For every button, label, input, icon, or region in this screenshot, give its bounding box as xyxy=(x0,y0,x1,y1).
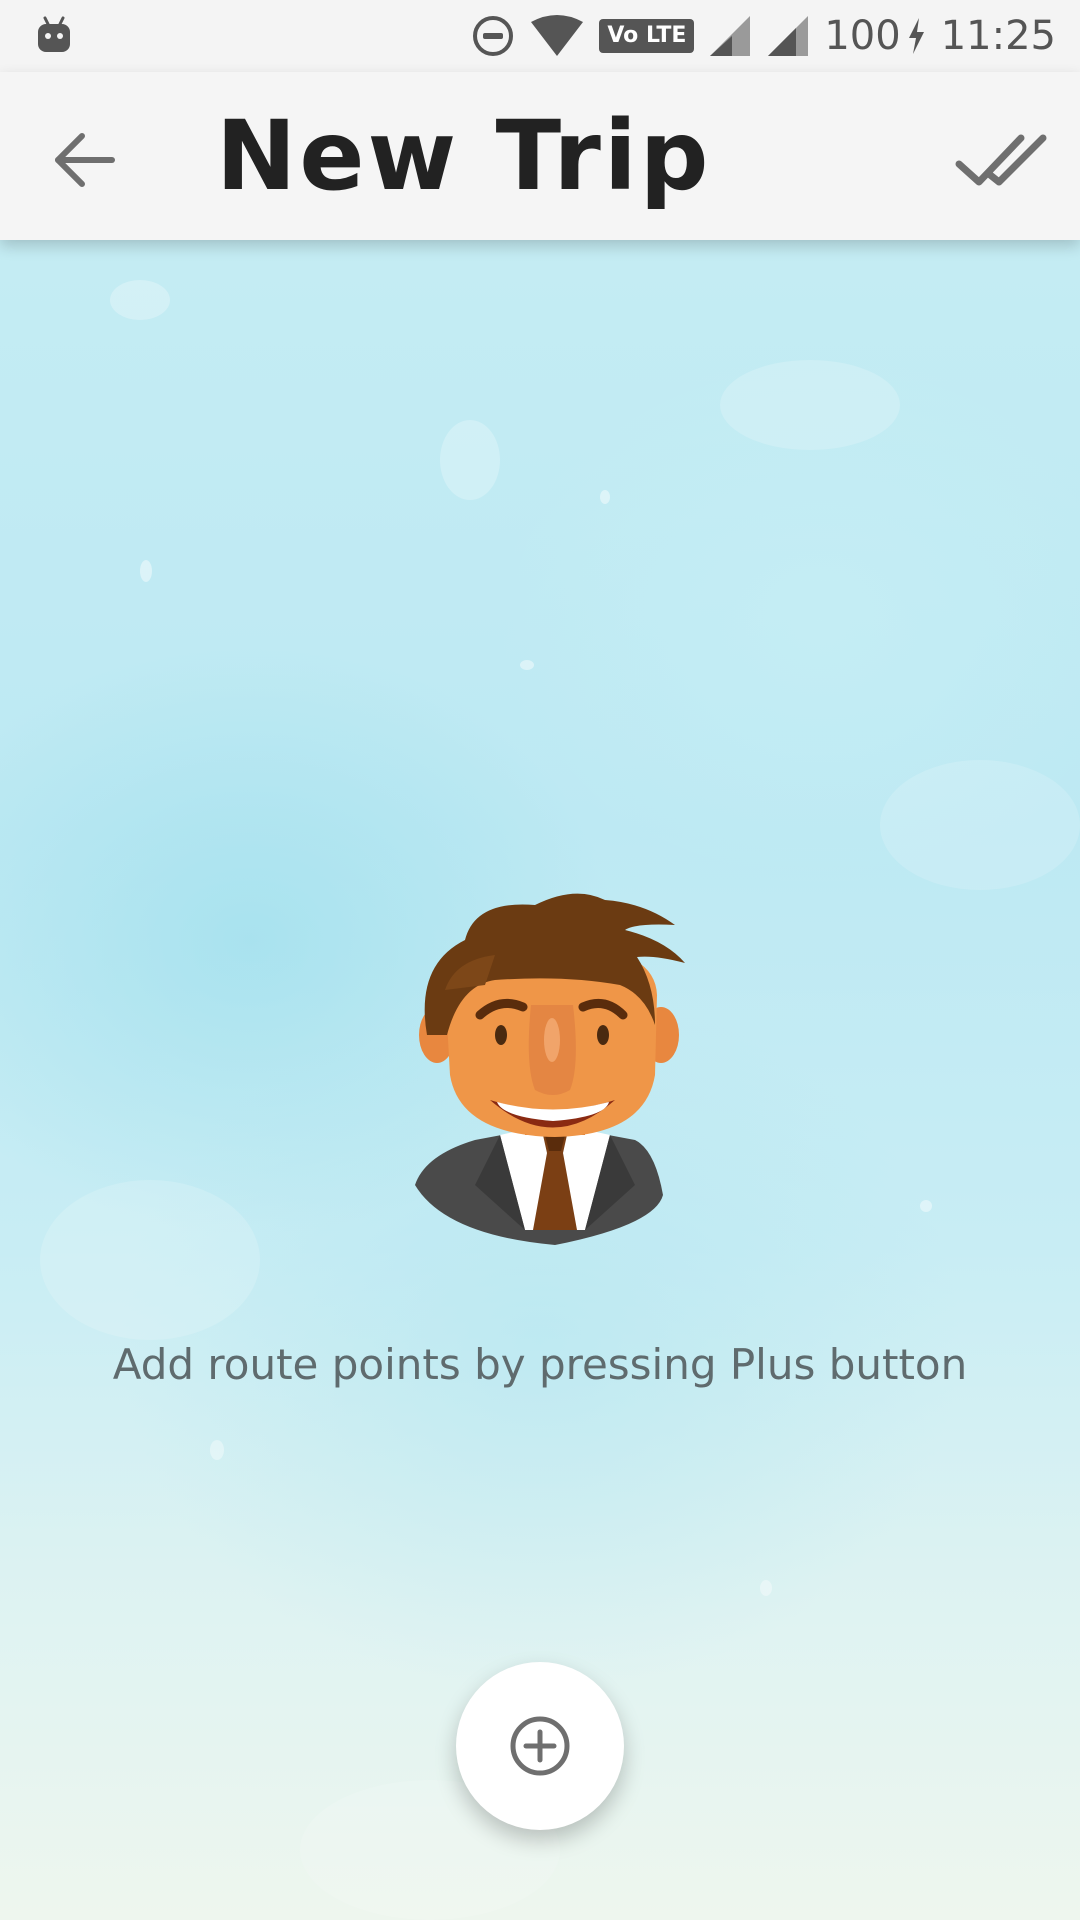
watercolor-speck xyxy=(40,1180,260,1340)
signal-icon-sim2 xyxy=(768,16,809,56)
dnd-icon xyxy=(473,16,514,56)
status-bar: Vo LTE 100 11:25 xyxy=(0,0,1080,72)
double-check-icon xyxy=(955,134,1047,186)
volte-badge: Vo LTE xyxy=(599,19,695,53)
status-indicators: Vo LTE 100 11:25 xyxy=(471,0,1056,72)
businessman-avatar xyxy=(415,893,685,1245)
page-title: New Trip xyxy=(216,100,712,212)
watercolor-speck xyxy=(110,280,170,320)
charging-bolt-icon xyxy=(908,18,924,54)
watercolor-speck xyxy=(520,660,534,670)
empty-state-message: Add route points by pressing Plus button xyxy=(112,1340,968,1389)
signal-icon-sim1 xyxy=(710,16,751,56)
arrow-back-icon xyxy=(55,133,115,187)
app-bar: New Trip xyxy=(0,72,1080,240)
watercolor-speck xyxy=(210,1440,224,1460)
watercolor-speck xyxy=(600,490,610,504)
android-robot-icon xyxy=(38,16,70,52)
watercolor-speck xyxy=(760,1580,772,1596)
new-trip-screen: Vo LTE 100 11:25 New Trip Add route poin… xyxy=(0,0,1080,1920)
back-button[interactable] xyxy=(36,112,132,208)
clock: 11:25 xyxy=(940,13,1056,59)
watercolor-speck xyxy=(720,360,900,450)
plus-circle-icon xyxy=(510,1716,570,1776)
done-button[interactable] xyxy=(946,112,1056,208)
content-area: Add route points by pressing Plus button xyxy=(0,240,1080,1920)
watercolor-speck xyxy=(880,760,1080,890)
watercolor-speck xyxy=(440,420,500,500)
watercolor-speck xyxy=(920,1200,932,1212)
add-route-point-button[interactable] xyxy=(456,1662,624,1830)
battery-level: 100 xyxy=(824,13,901,59)
watercolor-speck xyxy=(140,560,152,582)
wifi-icon xyxy=(531,15,584,56)
